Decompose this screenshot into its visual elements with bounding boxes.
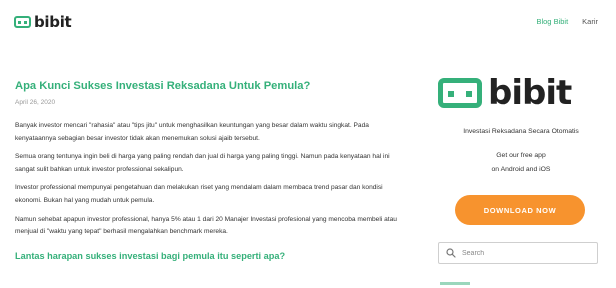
sidebar-brand-name: bibit bbox=[488, 73, 572, 113]
bibit-logo-icon bbox=[14, 16, 31, 28]
app-promo-line: Get our free app bbox=[496, 152, 546, 159]
article-date: April 26, 2020 bbox=[15, 99, 56, 106]
article-paragraph: Investor professional mempunyai pengetah… bbox=[15, 184, 383, 204]
sidebar-bibit-logo: bibit bbox=[438, 73, 572, 113]
article-paragraph: Semua orang tentunya ingin beli di harga… bbox=[15, 153, 390, 173]
article: Apa Kunci Sukses Investasi Reksadana Unt… bbox=[15, 80, 410, 261]
top-nav: Blog Bibit Karir bbox=[536, 17, 598, 26]
widget-heading-partial bbox=[440, 282, 470, 285]
article-subheading: Lantas harapan sukses investasi bagi pem… bbox=[15, 250, 286, 261]
article-paragraph: Namun sehebat apapun investor profession… bbox=[15, 215, 397, 236]
site-header: bibit Blog Bibit Karir bbox=[0, 0, 616, 44]
download-now-button[interactable]: DOWNLOAD NOW bbox=[455, 195, 585, 225]
bibit-logo[interactable]: bibit bbox=[14, 13, 72, 31]
search-icon[interactable] bbox=[446, 248, 456, 258]
article-title[interactable]: Apa Kunci Sukses Investasi Reksadana Unt… bbox=[15, 80, 410, 92]
app-platforms-line: on Android and iOS bbox=[491, 166, 551, 173]
nav-blog-bibit[interactable]: Blog Bibit bbox=[536, 17, 568, 26]
search-box bbox=[438, 242, 598, 264]
article-paragraph: Banyak investor mencari "rahasia" atau "… bbox=[15, 122, 369, 142]
sidebar-tagline: Investasi Reksadana Secara Otomatis bbox=[463, 128, 579, 135]
nav-karir[interactable]: Karir bbox=[582, 17, 598, 26]
search-input[interactable] bbox=[462, 249, 582, 257]
brand-name: bibit bbox=[34, 13, 72, 31]
bibit-logo-icon bbox=[438, 78, 482, 108]
